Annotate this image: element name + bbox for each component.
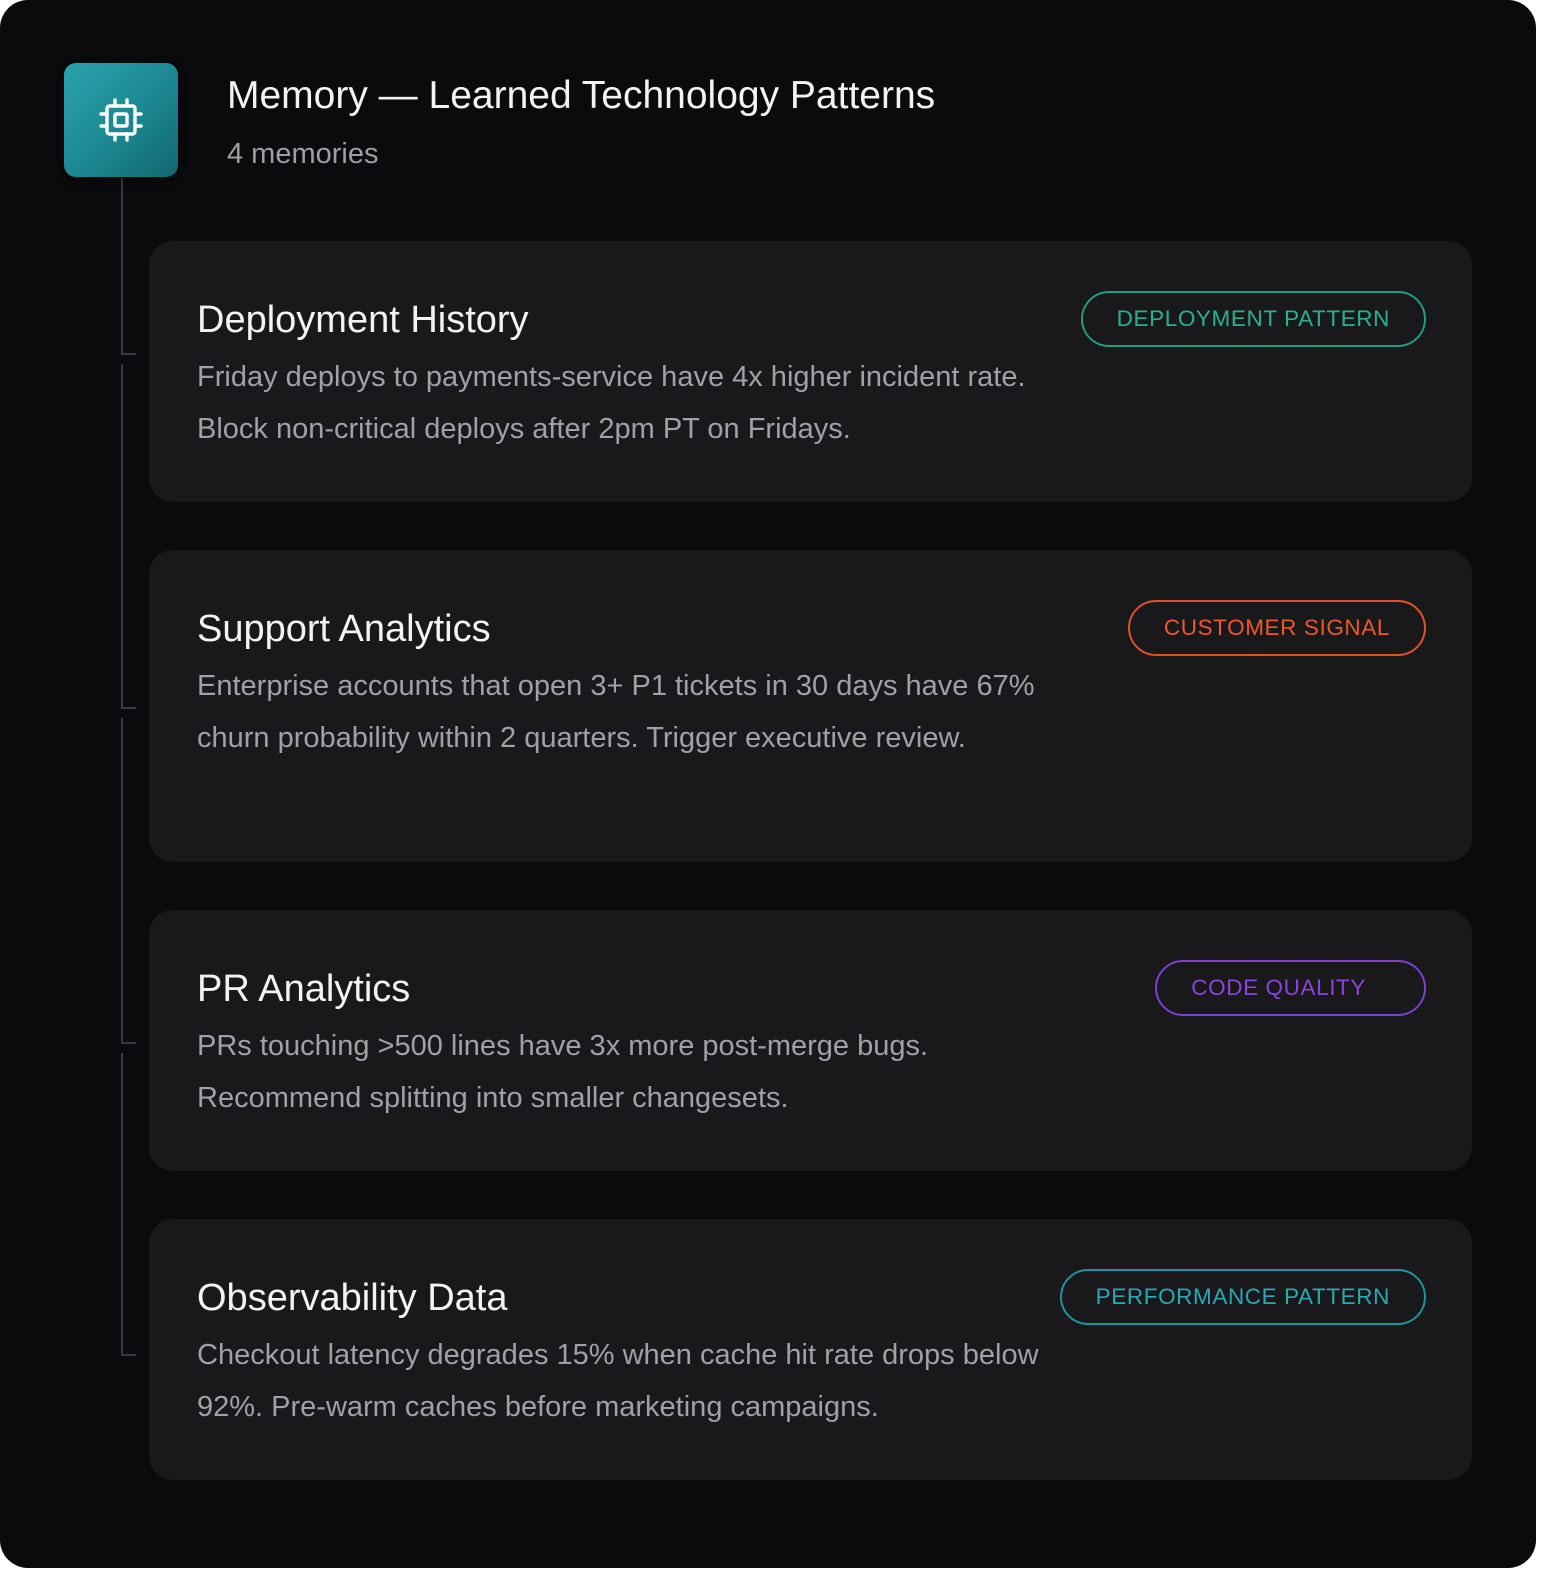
memory-tag-badge: CODE QUALITY — [1155, 960, 1426, 1016]
memory-card-title: PR Analytics — [197, 968, 411, 1010]
memory-card-title: Support Analytics — [197, 608, 491, 650]
timeline-connector — [121, 178, 136, 1356]
memory-card-description: Checkout latency degrades 15% when cache… — [197, 1339, 1039, 1423]
memory-tag-badge: DEPLOYMENT PATTERN — [1080, 291, 1426, 347]
memory-card-title: Observability Data — [197, 1277, 508, 1319]
memory-card-pr-analytics[interactable]: PR Analytics CODE QUALITY PRs touching >… — [149, 910, 1472, 1171]
memory-card-title: Deployment History — [197, 299, 529, 341]
memory-tag-badge: PERFORMANCE PATTERN — [1059, 1269, 1426, 1325]
memory-card-description: Enterprise accounts that open 3+ P1 tick… — [197, 670, 1035, 754]
memory-card-support-analytics[interactable]: Support Analytics CUSTOMER SIGNAL Enterp… — [149, 550, 1472, 862]
memory-card-description: Friday deploys to payments-service have … — [197, 361, 1026, 445]
memory-card-description: PRs touching >500 lines have 3x more pos… — [197, 1030, 929, 1114]
memory-card-deployment-history[interactable]: Deployment History DEPLOYMENT PATTERN Fr… — [149, 241, 1472, 502]
cpu-chip-icon — [64, 63, 178, 177]
page-title: Memory — Learned Technology Patterns — [227, 74, 936, 117]
memory-tag-badge: CUSTOMER SIGNAL — [1127, 600, 1426, 656]
memory-count: 4 memories — [227, 138, 379, 170]
memory-card-observability-data[interactable]: Observability Data PERFORMANCE PATTERN C… — [149, 1219, 1472, 1480]
memory-panel: Memory — Learned Technology Patterns 4 m… — [0, 0, 1536, 1568]
